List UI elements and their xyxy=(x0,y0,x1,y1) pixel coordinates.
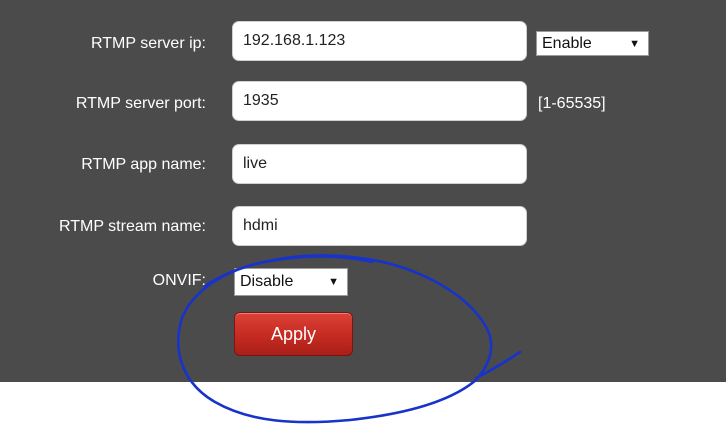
onvif-label: ONVIF: xyxy=(152,272,206,289)
server-ip-input[interactable] xyxy=(232,21,527,61)
app-name-label: RTMP app name: xyxy=(81,156,206,173)
chevron-down-icon: ▼ xyxy=(328,276,339,288)
apply-button[interactable]: Apply xyxy=(234,312,353,356)
screenshot-canvas: RTMP server ip: Enable ▼ RTMP server por… xyxy=(0,0,726,430)
server-ip-label: RTMP server ip: xyxy=(91,35,206,52)
app-name-input[interactable] xyxy=(232,144,527,184)
server-port-input[interactable] xyxy=(232,81,527,121)
onvif-select[interactable]: Disable ▼ xyxy=(234,268,348,296)
server-ip-toggle-select[interactable]: Enable ▼ xyxy=(536,31,649,56)
chevron-down-icon: ▼ xyxy=(629,37,640,50)
onvif-value: Disable xyxy=(240,273,294,290)
server-port-label: RTMP server port: xyxy=(75,95,206,112)
stream-name-input[interactable] xyxy=(232,206,527,246)
server-ip-toggle-value: Enable xyxy=(542,34,592,52)
port-range-hint: [1-65535] xyxy=(538,95,606,112)
rtmp-settings-panel: RTMP server ip: Enable ▼ RTMP server por… xyxy=(0,0,726,382)
stream-name-label: RTMP stream name: xyxy=(58,218,206,235)
